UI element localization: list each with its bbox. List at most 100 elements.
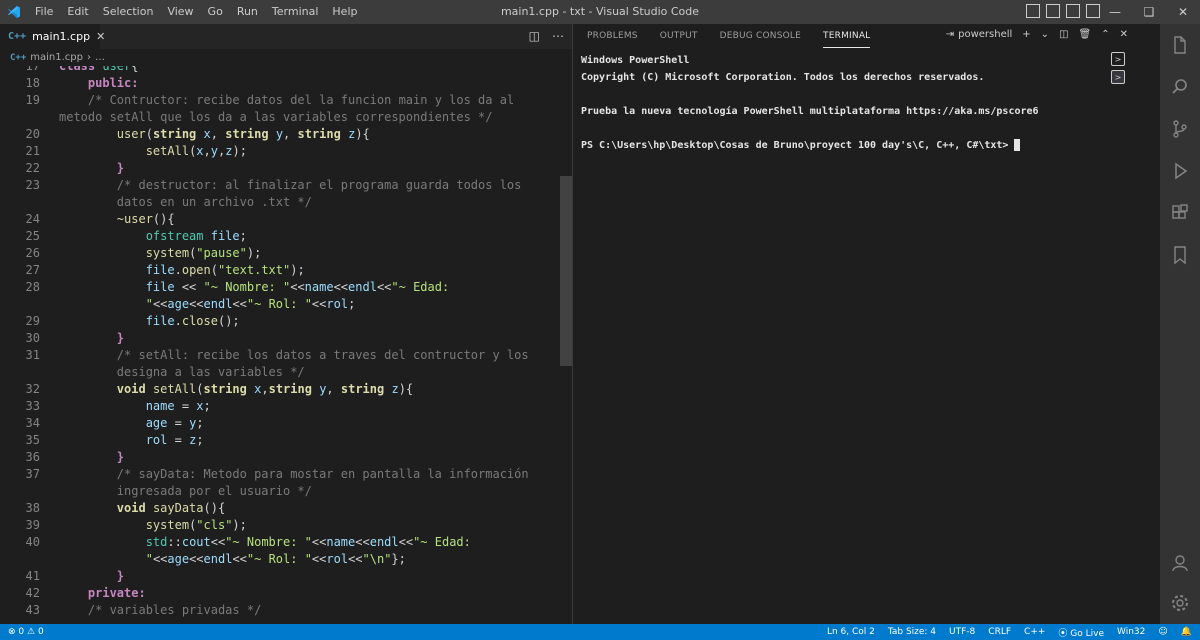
end-of-line[interactable]: CRLF [988, 627, 1011, 637]
code-line[interactable]: "<<age<<endl<<"~ Rol: "<<rol; [0, 296, 560, 313]
breadcrumb-more[interactable]: … [95, 52, 105, 63]
code-line[interactable]: designa a las variables */ [0, 364, 560, 381]
code-line[interactable]: 18 public: [0, 75, 560, 92]
toggle-secondary-sidebar-icon[interactable] [1066, 4, 1080, 18]
tab-debug-console[interactable]: DEBUG CONSOLE [720, 24, 801, 48]
code-line[interactable]: 35 rol = z; [0, 432, 560, 449]
gear-icon[interactable] [1169, 592, 1191, 614]
trash-icon[interactable]: 🗑 [1079, 29, 1092, 40]
code-line[interactable]: metodo setAll que los da a las variables… [0, 109, 560, 126]
close-tab-icon[interactable]: ✕ [96, 30, 105, 43]
code-line[interactable]: 32 void setAll(string x,string y, string… [0, 381, 560, 398]
code-line[interactable]: ingresada por el usuario */ [0, 483, 560, 500]
cpp-file-icon: C++ [8, 31, 27, 42]
line-number: 33 [25, 399, 40, 413]
code-line[interactable]: 24 ~user(){ [0, 211, 560, 228]
extensions-icon[interactable] [1169, 202, 1191, 224]
menu-go[interactable]: Go [201, 0, 230, 24]
menu-file[interactable]: File [28, 0, 60, 24]
notifications-icon[interactable]: 🔔 [1181, 627, 1192, 637]
code-line[interactable]: 36 } [0, 449, 560, 466]
files-icon[interactable] [1169, 34, 1191, 56]
code-line[interactable]: 43 /* variables privadas */ [0, 602, 560, 619]
code-line[interactable]: 31 /* setAll: recibe los datos a traves … [0, 347, 560, 364]
code-line[interactable]: 20 user(string x, string y, string z){ [0, 126, 560, 143]
code-line[interactable]: 21 setAll(x,y,z); [0, 143, 560, 160]
menu-view[interactable]: View [160, 0, 200, 24]
code-line[interactable]: 39 system("cls"); [0, 517, 560, 534]
code-line[interactable]: datos en un archivo .txt */ [0, 194, 560, 211]
terminal-output[interactable]: Windows PowerShell Copyright (C) Microso… [581, 52, 1039, 154]
split-terminal-icon[interactable]: ◫ [1059, 29, 1068, 40]
feedback-icon[interactable]: ☺ [1158, 627, 1167, 637]
code-line[interactable]: 38 void sayData(){ [0, 500, 560, 517]
line-text: ~user(){ [116, 212, 175, 226]
toggle-sidebar-icon[interactable] [1026, 4, 1040, 18]
code-line[interactable]: 26 system("pause"); [0, 245, 560, 262]
encoding[interactable]: UTF-8 [949, 627, 975, 637]
tab-terminal[interactable]: TERMINAL [823, 24, 871, 48]
code-line[interactable]: 40 std::cout<<"~ Nombre: "<<name<<endl<<… [0, 534, 560, 551]
go-live-button[interactable]: ⦿ Go Live [1058, 626, 1104, 639]
code-line[interactable]: 33 name = x; [0, 398, 560, 415]
minimize-icon[interactable]: — [1098, 0, 1132, 24]
editor-scrollbar[interactable] [560, 66, 572, 624]
code-editor[interactable]: 17 class user{18 public: 19 /* Contructor:… [0, 66, 572, 624]
tab-output[interactable]: OUTPUT [660, 24, 698, 48]
menu-edit[interactable]: Edit [60, 0, 95, 24]
menu-help[interactable]: Help [325, 0, 364, 24]
code-line[interactable]: 28 file << "~ Nombre: "<<name<<endl<<"~ … [0, 279, 560, 296]
search-icon[interactable] [1169, 76, 1191, 98]
more-actions-icon[interactable]: ⋯ [552, 29, 564, 43]
language-mode[interactable]: C++ [1024, 627, 1045, 637]
code-line[interactable]: 25 ofstream file; [0, 228, 560, 245]
tab-size[interactable]: Tab Size: 4 [888, 627, 936, 637]
toggle-panel-icon[interactable] [1046, 4, 1060, 18]
new-terminal-icon[interactable]: + [1022, 29, 1030, 40]
tab-problems[interactable]: PROBLEMS [587, 24, 638, 48]
code-line[interactable]: 22 } [0, 160, 560, 177]
terminal-instance-icon[interactable]: > [1111, 70, 1125, 84]
platform[interactable]: Win32 [1117, 627, 1145, 637]
account-icon[interactable] [1169, 552, 1191, 574]
activity-bar [1160, 24, 1200, 624]
bookmark-icon[interactable] [1169, 244, 1191, 266]
broadcast-icon: ⦿ [1058, 628, 1068, 639]
code-line[interactable]: "<<age<<endl<<"~ Rol: "<<rol<<"\n"}; [0, 551, 560, 568]
menu-run[interactable]: Run [230, 0, 265, 24]
terminal-instance-icon[interactable]: > [1111, 52, 1125, 66]
restore-icon[interactable]: ❑ [1132, 0, 1166, 24]
code-line[interactable]: 34 age = y; [0, 415, 560, 432]
code-line[interactable]: 19 /* Contructor: recibe datos del la fu… [0, 92, 560, 109]
breadcrumb-file[interactable]: main1.cpp [30, 52, 83, 63]
menu-selection[interactable]: Selection [96, 0, 161, 24]
close-icon[interactable]: ✕ [1166, 0, 1200, 24]
run-debug-icon[interactable] [1169, 160, 1191, 182]
code-line[interactable]: 41 } [0, 568, 560, 585]
tab-main1-cpp[interactable]: C++ main1.cpp ✕ [0, 24, 105, 49]
code-line[interactable]: 37 /* sayData: Metodo para mostar en pan… [0, 466, 560, 483]
line-text: /* Contructor: recibe datos del la funci… [87, 93, 515, 107]
split-editor-icon[interactable]: ◫ [529, 29, 540, 43]
line-text: /* destructor: al finalizar el programa … [116, 178, 522, 192]
maximize-panel-icon[interactable]: ⌃ [1101, 29, 1109, 40]
chevron-down-icon[interactable]: ⌄ [1041, 29, 1049, 40]
close-panel-icon[interactable]: ✕ [1120, 29, 1128, 40]
editor-scrollbar-thumb[interactable] [560, 176, 572, 366]
code-line[interactable]: 42 private: [0, 585, 560, 602]
code-line[interactable]: 17 class user{ [0, 66, 560, 75]
menu-terminal[interactable]: Terminal [265, 0, 326, 24]
terminal-selector[interactable]: ⇥ powershell [946, 29, 1013, 40]
code-line[interactable]: 27 file.open("text.txt"); [0, 262, 560, 279]
vscode-logo-icon [0, 0, 28, 24]
code-line[interactable]: 23 /* destructor: al finalizar el progra… [0, 177, 560, 194]
problems-status[interactable]: ⊗ 0 ⚠ 0 [8, 627, 44, 637]
source-control-icon[interactable] [1169, 118, 1191, 140]
line-text: std::cout<<"~ Nombre: "<<name<<endl<<"~ … [145, 535, 471, 549]
cursor-position[interactable]: Ln 6, Col 2 [827, 627, 875, 637]
code-line[interactable]: 29 file.close(); [0, 313, 560, 330]
terminal-name: powershell [958, 29, 1013, 40]
line-number: 27 [25, 263, 40, 277]
code-line[interactable]: 30 } [0, 330, 560, 347]
line-text: } [116, 569, 125, 583]
